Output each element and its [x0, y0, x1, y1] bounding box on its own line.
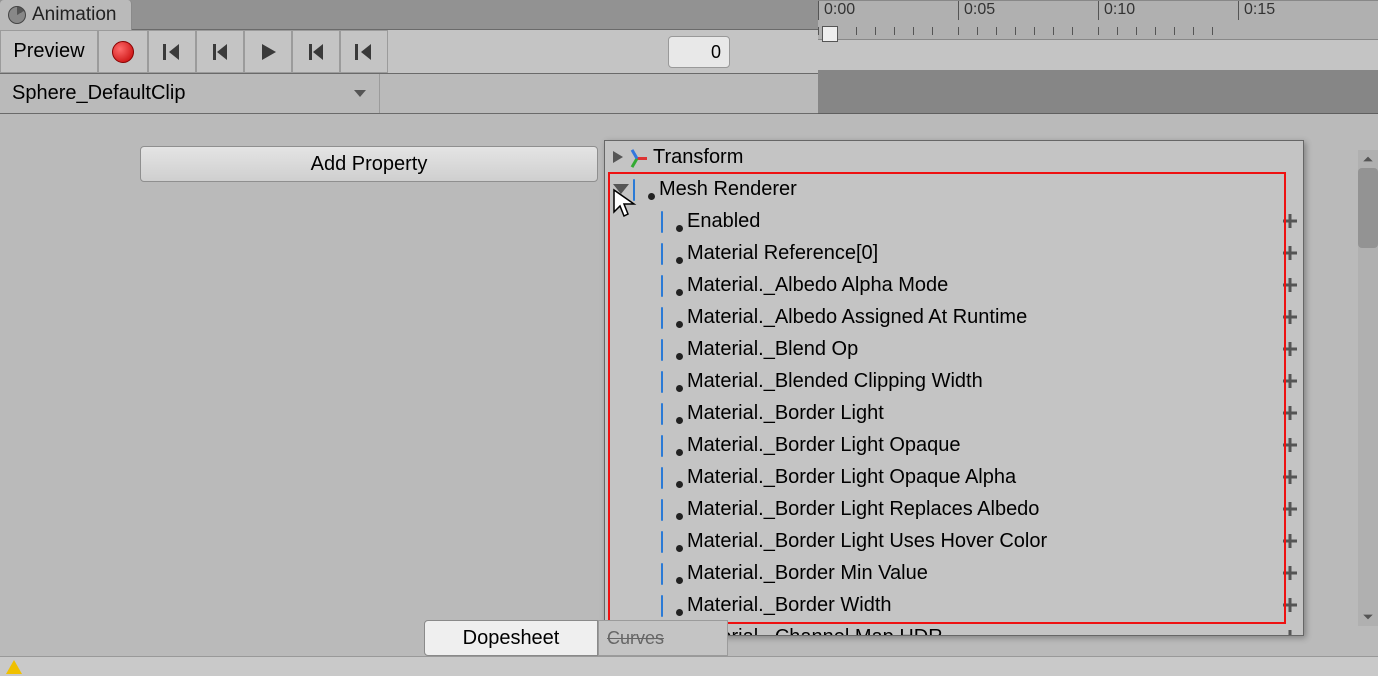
property-item-label: Material._Border Width	[687, 594, 1281, 617]
timeline-playhead[interactable]	[822, 26, 838, 42]
property-item[interactable]: Material._Border Light Opaque Alpha	[605, 461, 1303, 493]
last-frame-icon	[353, 42, 375, 62]
animation-tab-icon	[8, 6, 26, 24]
add-property-plus-button[interactable]	[1281, 340, 1299, 358]
property-item-label: Material._Border Light Replaces Albedo	[687, 498, 1281, 521]
add-property-plus-button[interactable]	[1281, 276, 1299, 294]
add-property-plus-button[interactable]	[1281, 308, 1299, 326]
transform-icon	[627, 147, 647, 167]
warning-icon	[6, 660, 22, 674]
popup-scrollbar[interactable]	[1358, 150, 1378, 626]
prev-key-button[interactable]	[196, 30, 244, 73]
current-frame-input[interactable]	[668, 36, 730, 68]
dropdown-icon	[353, 89, 367, 99]
property-item-label: Material._Border Min Value	[687, 562, 1281, 585]
property-item-label: Material._Border Light	[687, 402, 1281, 425]
mesh-property-icon	[661, 564, 681, 582]
play-button[interactable]	[244, 30, 292, 73]
mesh-property-icon	[661, 244, 681, 262]
mesh-property-icon	[661, 532, 681, 550]
dopesheet-tab-button[interactable]: Dopesheet	[424, 620, 598, 656]
property-section-transform[interactable]: Transform	[605, 141, 1303, 173]
add-property-button[interactable]: Add Property	[140, 146, 598, 182]
property-item-label: Material._Albedo Alpha Mode	[687, 274, 1281, 297]
property-item[interactable]: Material._Border Light Replaces Albedo	[605, 493, 1303, 525]
mesh-property-icon	[661, 276, 681, 294]
mesh-property-icon	[661, 468, 681, 486]
property-item-label: Material._Border Light Opaque Alpha	[687, 466, 1281, 489]
mesh-property-icon	[661, 308, 681, 326]
property-item-label: Material._Channel Map HDR	[687, 626, 1281, 637]
property-item-label: Material._Border Light Uses Hover Color	[687, 530, 1281, 553]
add-property-popup: Transform Mesh Renderer Enabled Material …	[604, 140, 1304, 636]
property-item[interactable]: Material._Border Min Value	[605, 557, 1303, 589]
property-item[interactable]: Material._Border Width	[605, 589, 1303, 621]
time-mark: 0:00	[824, 1, 855, 18]
property-item[interactable]: Material._Albedo Assigned At Runtime	[605, 301, 1303, 333]
add-property-plus-button[interactable]	[1281, 564, 1299, 582]
scroll-up-icon[interactable]	[1358, 150, 1378, 168]
property-item[interactable]: Material._Albedo Alpha Mode	[605, 269, 1303, 301]
clip-name-label: Sphere_DefaultClip	[12, 82, 185, 105]
property-item-label: Material._Albedo Assigned At Runtime	[687, 306, 1281, 329]
collapse-icon	[613, 184, 629, 194]
scroll-thumb[interactable]	[1358, 168, 1378, 248]
add-property-plus-button[interactable]	[1281, 500, 1299, 518]
expand-icon	[613, 151, 623, 163]
mesh-renderer-icon	[633, 180, 653, 198]
mesh-property-icon	[661, 500, 681, 518]
add-property-plus-button[interactable]	[1281, 468, 1299, 486]
status-bar	[0, 656, 1378, 676]
property-item-label: Enabled	[687, 210, 1281, 233]
timeline-track-area[interactable]	[818, 70, 1378, 114]
time-mark: 0:15	[1244, 1, 1275, 18]
last-frame-button[interactable]	[340, 30, 388, 73]
property-item[interactable]: Material._Border Light Opaque	[605, 429, 1303, 461]
mesh-property-icon	[661, 212, 681, 230]
animation-tab[interactable]: Animation	[0, 0, 132, 30]
add-property-plus-button[interactable]	[1281, 628, 1299, 636]
mesh-property-icon	[661, 404, 681, 422]
mesh-property-icon	[661, 372, 681, 390]
add-property-plus-button[interactable]	[1281, 596, 1299, 614]
property-item-label: Material Reference[0]	[687, 242, 1281, 265]
preview-button[interactable]: Preview	[0, 30, 98, 73]
animation-tab-label: Animation	[32, 4, 117, 26]
record-icon	[112, 41, 134, 63]
property-item[interactable]: Enabled	[605, 205, 1303, 237]
add-property-plus-button[interactable]	[1281, 372, 1299, 390]
property-section-mesh-renderer[interactable]: Mesh Renderer	[605, 173, 1303, 205]
property-item[interactable]: Material._Border Light	[605, 397, 1303, 429]
clip-dropdown[interactable]: Sphere_DefaultClip	[0, 74, 380, 113]
property-item-label: Material._Blended Clipping Width	[687, 370, 1281, 393]
property-item-label: Material._Border Light Opaque	[687, 434, 1281, 457]
prev-key-icon	[211, 42, 229, 62]
record-button[interactable]	[98, 30, 148, 73]
timeline-ruler[interactable]: 0:00 0:05 0:10 0:15	[818, 0, 1378, 40]
add-property-plus-button[interactable]	[1281, 212, 1299, 230]
mesh-property-icon	[661, 596, 681, 614]
add-property-plus-button[interactable]	[1281, 244, 1299, 262]
add-property-plus-button[interactable]	[1281, 436, 1299, 454]
first-frame-button[interactable]	[148, 30, 196, 73]
add-property-plus-button[interactable]	[1281, 404, 1299, 422]
time-mark: 0:10	[1104, 1, 1135, 18]
property-item[interactable]: Material Reference[0]	[605, 237, 1303, 269]
mesh-property-icon	[661, 340, 681, 358]
time-mark: 0:05	[964, 1, 995, 18]
curves-tab-button[interactable]: Curves	[598, 620, 728, 656]
property-item[interactable]: Material._Blended Clipping Width	[605, 365, 1303, 397]
scroll-down-icon[interactable]	[1358, 608, 1378, 626]
next-key-button[interactable]	[292, 30, 340, 73]
add-property-plus-button[interactable]	[1281, 532, 1299, 550]
play-icon	[259, 42, 277, 62]
next-key-icon	[307, 42, 325, 62]
mesh-property-icon	[661, 436, 681, 454]
first-frame-icon	[161, 42, 183, 62]
property-item[interactable]: Material._Blend Op	[605, 333, 1303, 365]
property-item-label: Material._Blend Op	[687, 338, 1281, 361]
property-item[interactable]: Material._Border Light Uses Hover Color	[605, 525, 1303, 557]
